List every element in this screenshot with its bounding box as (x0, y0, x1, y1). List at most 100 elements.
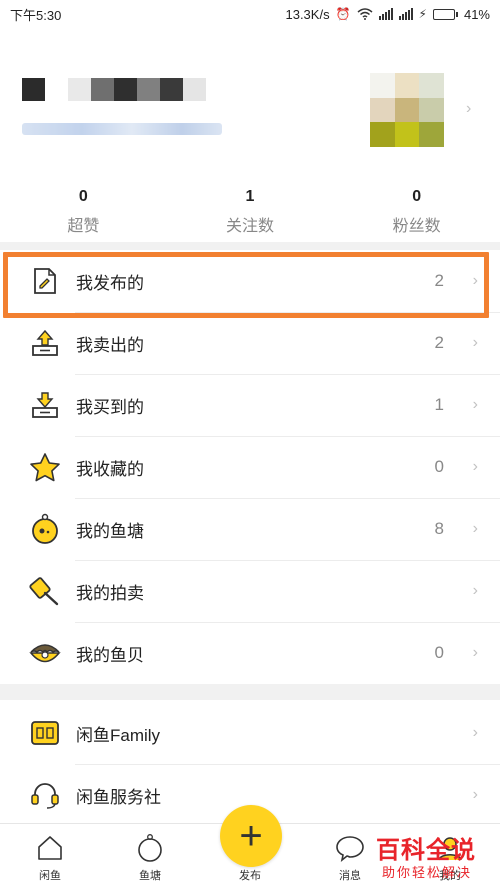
watermark: 百科全说 助你轻松解决 (368, 826, 496, 886)
avatar-pixel (394, 122, 420, 147)
fishpond-icon (28, 512, 62, 546)
chevron-right-icon: › (472, 724, 478, 741)
tab-label: 闲鱼 (39, 870, 61, 882)
battery-percent: 41% (463, 6, 490, 22)
chevron-right-icon: › (472, 644, 478, 661)
stats-bar: 0 超赞 1 关注数 0 粉丝数 (0, 176, 500, 242)
menu-label: 我收藏的 (76, 459, 144, 479)
menu-count: 2 (434, 333, 444, 352)
tab-fishpond[interactable]: 鱼塘 (100, 824, 200, 889)
stat-value: 1 (245, 188, 255, 205)
message-bubble-icon (335, 832, 365, 864)
user-tagline-redacted (22, 123, 222, 135)
redacted-pixel (91, 78, 114, 101)
stat-label: 粉丝数 (392, 218, 441, 235)
chevron-right-icon: › (472, 458, 478, 475)
wifi-icon (357, 8, 373, 20)
stat-value: 0 (78, 188, 88, 205)
stat-following[interactable]: 1 关注数 (167, 176, 334, 242)
tab-xianyu[interactable]: 闲鱼 (0, 824, 100, 889)
chevron-right-icon: › (472, 272, 478, 289)
tab-label: 发布 (239, 870, 261, 882)
avatar[interactable] (370, 73, 444, 147)
avatar-pixel (394, 73, 420, 98)
my-activity-menu: 我发布的 2 › 我卖出的 2 › 我买到的 1 › 我收藏的 0 › 我的鱼塘… (0, 250, 500, 684)
menu-item-published[interactable]: 我发布的 2 › (0, 250, 500, 312)
username-redacted (22, 78, 206, 101)
auction-hammer-icon (28, 574, 62, 608)
plus-icon: + (239, 813, 263, 858)
section-divider (0, 242, 500, 250)
menu-label: 我卖出的 (76, 335, 144, 355)
menu-item-family[interactable]: 闲鱼Family › (0, 702, 500, 764)
home-icon (36, 832, 64, 864)
network-speed: 13.3K/s (285, 6, 330, 22)
avatar-pixel (370, 97, 395, 123)
publish-button[interactable]: + (220, 805, 282, 867)
menu-label: 闲鱼Family (76, 725, 161, 745)
chevron-right-icon: › (472, 582, 478, 599)
menu-count: 0 (434, 457, 444, 476)
alarm-icon: ⏰ (335, 7, 351, 21)
menu-label: 我发布的 (76, 273, 144, 293)
menu-label: 我的拍卖 (76, 583, 144, 603)
redacted-pixel (114, 78, 137, 101)
menu-item-sold[interactable]: 我卖出的 2 › (0, 312, 500, 374)
menu-label: 我的鱼贝 (76, 645, 144, 665)
family-icon (28, 716, 62, 750)
menu-label: 我的鱼塘 (76, 521, 144, 541)
stat-label: 关注数 (225, 218, 274, 235)
tab-label: 消息 (339, 870, 361, 882)
menu-item-fishpond[interactable]: 我的鱼塘 8 › (0, 498, 500, 560)
signal-icon (378, 8, 393, 20)
redacted-pixel (160, 78, 183, 101)
chevron-right-icon: › (472, 334, 478, 351)
charging-icon: ⚡ (418, 7, 427, 21)
chevron-right-icon: › (472, 396, 478, 413)
stat-followers[interactable]: 0 粉丝数 (333, 176, 500, 242)
shell-icon (28, 636, 62, 670)
fishpond-tab-icon (136, 832, 164, 864)
redacted-pixel (45, 78, 68, 101)
avatar-pixel (370, 73, 395, 98)
menu-count: 1 (434, 395, 444, 414)
menu-item-favorites[interactable]: 我收藏的 0 › (0, 436, 500, 498)
watermark-subtitle: 助你轻松解决 (382, 865, 473, 880)
avatar-pixel (419, 122, 444, 147)
menu-count: 2 (434, 271, 444, 290)
status-time: 下午5:30 (10, 7, 62, 23)
redacted-pixel (183, 78, 206, 101)
menu-count: 8 (434, 519, 444, 538)
menu-item-fishshell[interactable]: 我的鱼贝 0 › (0, 622, 500, 684)
stat-value: 0 (412, 188, 422, 205)
star-icon (28, 450, 62, 484)
tab-label: 鱼塘 (139, 870, 161, 882)
headset-icon (28, 778, 62, 812)
status-right: 13.3K/s ⏰ ⚡ 41% (285, 7, 490, 22)
profile-chevron-right-icon: › (466, 100, 472, 117)
menu-label: 我买到的 (76, 397, 144, 417)
menu-count: 0 (434, 643, 444, 662)
avatar-pixel (419, 97, 444, 123)
battery-icon (432, 8, 458, 20)
redacted-pixel (68, 78, 91, 101)
stat-likes[interactable]: 0 超赞 (0, 176, 167, 242)
menu-item-bought[interactable]: 我买到的 1 › (0, 374, 500, 436)
published-doc-icon (28, 264, 62, 298)
profile-header[interactable]: › (0, 28, 500, 176)
sold-box-icon (28, 326, 62, 360)
avatar-pixel (370, 122, 395, 147)
redacted-pixel (22, 78, 45, 101)
avatar-pixel (394, 97, 420, 123)
stat-label: 超赞 (67, 218, 100, 235)
menu-label: 闲鱼服务社 (76, 787, 161, 807)
menu-item-auction[interactable]: 我的拍卖 › (0, 560, 500, 622)
avatar-pixel (419, 73, 444, 98)
chevron-right-icon: › (472, 520, 478, 537)
status-bar: 下午5:30 13.3K/s ⏰ ⚡ 41% (0, 0, 500, 28)
chevron-right-icon: › (472, 786, 478, 803)
signal-icon-2 (398, 8, 413, 20)
redacted-pixel (137, 78, 160, 101)
bought-box-icon (28, 388, 62, 422)
section-divider (0, 684, 500, 700)
